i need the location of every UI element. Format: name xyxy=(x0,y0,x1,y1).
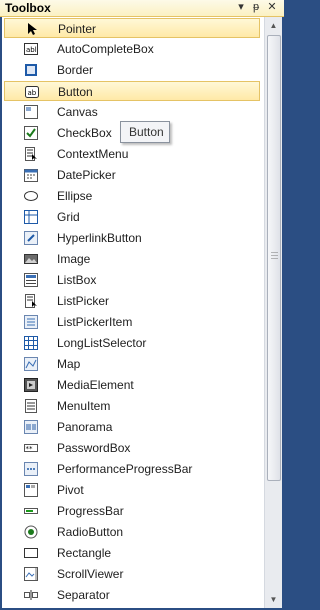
toolbox-item-label: PasswordBox xyxy=(57,441,131,455)
toolbox-item-label: ProgressBar xyxy=(57,504,124,518)
scrollbar-grip-icon: — — — xyxy=(271,249,278,262)
toolbox-item-passwordbox[interactable]: ** PasswordBox xyxy=(4,438,260,458)
toolbox-item-image[interactable]: Image xyxy=(4,249,260,269)
toolbox-item-listpicker[interactable]: ListPicker xyxy=(4,291,260,311)
menuitem-icon xyxy=(24,399,38,413)
toolbox-item-label: Pointer xyxy=(58,22,97,36)
toolbox-item-label: Grid xyxy=(57,210,80,224)
toolbox-item-scrollviewer[interactable]: ScrollViewer xyxy=(4,564,260,584)
toolbox-item-label: Rectangle xyxy=(57,546,112,560)
toolbox-item-progressbar[interactable]: ProgressBar xyxy=(4,501,260,521)
toolbox-item-label: ListBox xyxy=(57,273,97,287)
mediaelement-icon xyxy=(24,378,38,392)
toolbox-item-button[interactable]: ab Button xyxy=(4,81,260,101)
dropdown-icon[interactable]: ▾ xyxy=(234,0,248,15)
toolbox-item-label: Button xyxy=(58,85,93,99)
toolbox-item-border[interactable]: Border xyxy=(4,60,260,80)
performanceprogressbar-icon xyxy=(24,462,38,476)
scroll-down-arrow-icon[interactable]: ▼ xyxy=(265,591,282,608)
toolbox-titlebar[interactable]: Toolbox ▾ ᵽ ✕ xyxy=(0,0,284,17)
toolbox-item-pivot[interactable]: Pivot xyxy=(4,480,260,500)
pivot-icon xyxy=(24,483,38,497)
image-icon xyxy=(24,252,38,266)
toolbox-item-label: LongListSelector xyxy=(57,336,147,350)
ellipse-icon xyxy=(24,189,38,203)
listpicker-icon xyxy=(24,294,38,308)
checkbox-icon xyxy=(24,126,38,140)
rectangle-icon xyxy=(24,546,38,560)
toolbox-item-label: Map xyxy=(57,357,81,371)
close-icon[interactable]: ✕ xyxy=(265,0,279,15)
pin-icon[interactable]: ᵽ xyxy=(249,0,263,15)
toolbox-item-canvas[interactable]: Canvas xyxy=(4,102,260,122)
toolbox-item-label: CheckBox xyxy=(57,126,112,140)
toolbox-item-label: HyperlinkButton xyxy=(57,231,142,245)
toolbox-item-listpickeritem[interactable]: ListPickerItem xyxy=(4,312,260,332)
toolbox-item-menuitem[interactable]: MenuItem xyxy=(4,396,260,416)
grid-icon xyxy=(24,210,38,224)
toolbox-item-contextmenu[interactable]: ContextMenu xyxy=(4,144,260,164)
toolbox-item-label: Image xyxy=(57,252,91,266)
toolbox-item-listbox[interactable]: ListBox xyxy=(4,270,260,290)
toolbox-item-performanceprogressbar[interactable]: PerformanceProgressBar xyxy=(4,459,260,479)
toolbox-item-label: ListPicker xyxy=(57,294,110,308)
contextmenu-icon xyxy=(24,147,38,161)
toolbox-panel: Pointer abl AutoCompleteBox Border ab Button C… xyxy=(2,17,282,608)
datepicker-icon xyxy=(24,168,38,182)
toolbox-item-grid[interactable]: Grid xyxy=(4,207,260,227)
svg-text:abl: abl xyxy=(26,46,37,54)
toolbox-item-label: ContextMenu xyxy=(57,147,129,161)
canvas-icon xyxy=(24,105,38,119)
scrollbar-thumb[interactable]: — — — xyxy=(267,35,281,481)
toolbox-item-label: Border xyxy=(57,63,94,77)
toolbox-item-mediaelement[interactable]: MediaElement xyxy=(4,375,260,395)
toolbox-window: Toolbox ▾ ᵽ ✕ Pointer abl AutoCompleteBox B… xyxy=(0,0,284,610)
toolbox-item-label: ScrollViewer xyxy=(57,567,124,581)
toolbox-item-longlistselector[interactable]: LongListSelector xyxy=(4,333,260,353)
progressbar-icon xyxy=(24,504,38,518)
toolbox-item-map[interactable]: Map xyxy=(4,354,260,374)
toolbox-item-label: Pivot xyxy=(57,483,84,497)
svg-text:ab: ab xyxy=(28,89,37,97)
toolbox-item-datepicker[interactable]: DatePicker xyxy=(4,165,260,185)
toolbox-item-ellipse[interactable]: Ellipse xyxy=(4,186,260,206)
autocompletebox-icon: abl xyxy=(24,42,38,56)
toolbox-item-label: RadioButton xyxy=(57,525,124,539)
radiobutton-icon xyxy=(24,525,38,539)
toolbox-item-label: Separator xyxy=(57,588,110,602)
toolbox-title: Toolbox xyxy=(5,1,51,15)
tooltip: Button xyxy=(120,121,170,143)
listbox-icon xyxy=(24,273,38,287)
toolbox-item-label: Panorama xyxy=(57,420,113,434)
toolbox-item-rectangle[interactable]: Rectangle xyxy=(4,543,260,563)
toolbox-item-panorama[interactable]: Panorama xyxy=(4,417,260,437)
toolbox-item-autocompletebox[interactable]: abl AutoCompleteBox xyxy=(4,39,260,59)
toolbox-item-label: MediaElement xyxy=(57,378,134,392)
toolbox-item-label: PerformanceProgressBar xyxy=(57,462,193,476)
scrollviewer-icon xyxy=(24,567,38,581)
toolbox-item-pointer[interactable]: Pointer xyxy=(4,18,260,38)
toolbox-item-label: Ellipse xyxy=(57,189,93,203)
toolbox-item-label: MenuItem xyxy=(57,399,111,413)
toolbox-item-label: ListPickerItem xyxy=(57,315,133,329)
passwordbox-icon: ** xyxy=(24,441,38,455)
toolbox-item-separator[interactable]: Separator xyxy=(4,585,260,605)
toolbox-item-label: AutoCompleteBox xyxy=(57,42,154,56)
toolbox-item-label: DatePicker xyxy=(57,168,116,182)
panorama-icon xyxy=(24,420,38,434)
toolbox-item-hyperlinkbutton[interactable]: HyperlinkButton xyxy=(4,228,260,248)
toolbox-item-radiobutton[interactable]: RadioButton xyxy=(4,522,260,542)
svg-text:**: ** xyxy=(26,445,34,453)
vertical-scrollbar[interactable]: ▲ — — — ▼ xyxy=(264,17,282,608)
hyperlinkbutton-icon xyxy=(24,231,38,245)
listpickeritem-icon xyxy=(24,315,38,329)
toolbox-item-label: Canvas xyxy=(57,105,98,119)
border-icon xyxy=(24,63,38,77)
map-icon xyxy=(24,357,38,371)
button-icon: ab xyxy=(25,85,39,99)
pointer-icon xyxy=(25,22,39,36)
separator-icon xyxy=(24,588,38,602)
scroll-up-arrow-icon[interactable]: ▲ xyxy=(265,17,282,34)
longlistselector-icon xyxy=(24,336,38,350)
